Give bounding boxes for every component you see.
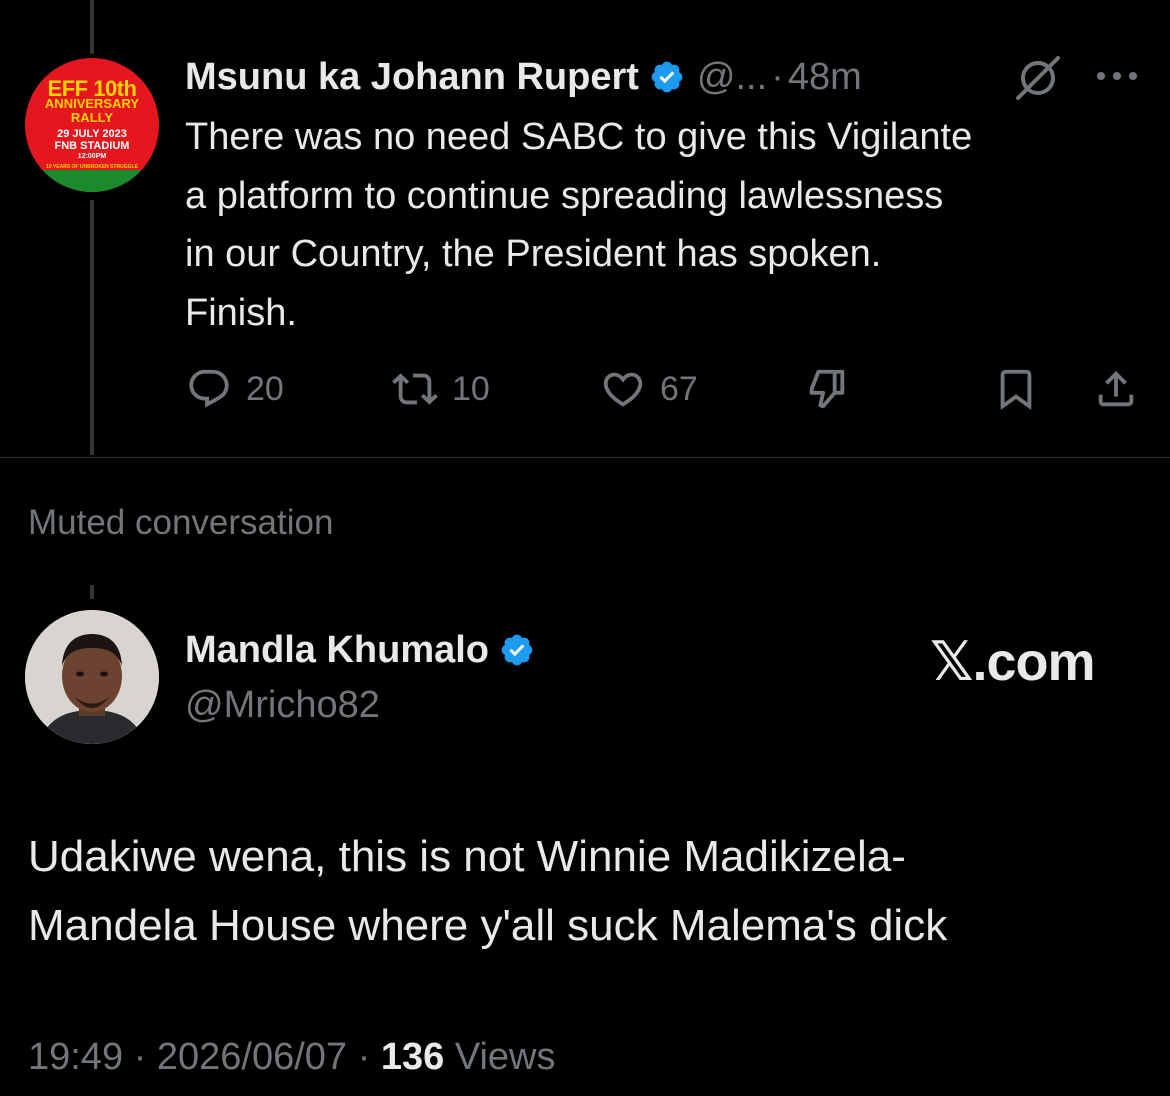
retweet-icon bbox=[392, 373, 438, 405]
verified-badge-icon bbox=[501, 634, 533, 666]
main-tweet-text: Udakiwe wena, this is not Winnie Madikiz… bbox=[28, 832, 948, 950]
avatar-text: ANNIVERSARY bbox=[44, 96, 140, 111]
reply-count: 20 bbox=[246, 369, 284, 408]
thread-line bbox=[90, 200, 94, 455]
reply-author-row: Msunu ka Johann Rupert @... · 48m bbox=[185, 52, 862, 102]
avatar-band bbox=[25, 170, 159, 192]
reply-time[interactable]: 48m bbox=[788, 56, 862, 99]
thread-line-top bbox=[90, 0, 94, 54]
downvote-icon bbox=[809, 369, 845, 409]
reply-display-name[interactable]: Msunu ka Johann Rupert bbox=[185, 56, 639, 99]
avatar-image bbox=[25, 610, 159, 744]
downvote-button[interactable] bbox=[804, 366, 850, 412]
retweet-button[interactable]: 10 bbox=[392, 366, 490, 412]
bookmark-icon bbox=[1000, 369, 1032, 410]
views-label: Views bbox=[454, 1036, 556, 1078]
thread-line-connector bbox=[90, 585, 94, 599]
reply-icon bbox=[189, 369, 229, 408]
main-author-row: Mandla Khumalo bbox=[185, 625, 535, 675]
tweet-time[interactable]: 19:49 bbox=[28, 1036, 123, 1078]
separator: · bbox=[133, 1036, 147, 1078]
more-options-icon[interactable] bbox=[1095, 64, 1139, 88]
reply-handle[interactable]: @... bbox=[697, 56, 767, 99]
reply-tweet-text: There was no need SABC to give this Vigi… bbox=[185, 116, 973, 334]
avatar-eff-rally[interactable]: EFF 10th ANNIVERSARY RALLY 29 JULY 2023 … bbox=[25, 58, 159, 192]
avatar-text: FNB STADIUM bbox=[54, 140, 130, 152]
avatar-text: RALLY bbox=[70, 110, 114, 125]
avatar-text: 29 JULY 2023 bbox=[57, 128, 127, 140]
like-count: 67 bbox=[660, 369, 698, 408]
x-com-watermark: 𝕏.com bbox=[930, 632, 1096, 692]
separator: · bbox=[771, 55, 784, 98]
separator: · bbox=[357, 1036, 371, 1078]
muted-conversation-label: Muted conversation bbox=[28, 503, 334, 542]
heart-icon bbox=[603, 372, 643, 407]
reply-button[interactable]: 20 bbox=[186, 366, 284, 412]
avatar-mandla-khumalo[interactable] bbox=[25, 610, 159, 744]
verified-badge-icon bbox=[651, 61, 683, 93]
grok-icon[interactable] bbox=[1012, 56, 1064, 100]
tweet-meta: 19:49 · 2026/06/07 · 136 Views bbox=[28, 1036, 556, 1079]
avatar-text: 12:00PM bbox=[77, 153, 107, 160]
share-button[interactable] bbox=[1093, 366, 1139, 412]
divider bbox=[0, 457, 1170, 458]
retweet-count: 10 bbox=[452, 369, 490, 408]
share-icon bbox=[1098, 370, 1134, 407]
main-handle[interactable]: @Mricho82 bbox=[185, 684, 380, 727]
bookmark-button[interactable] bbox=[993, 366, 1039, 412]
like-button[interactable]: 67 bbox=[600, 366, 698, 412]
views-count[interactable]: 136 bbox=[381, 1036, 444, 1078]
tweet-date[interactable]: 2026/06/07 bbox=[157, 1036, 347, 1078]
main-display-name[interactable]: Mandla Khumalo bbox=[185, 629, 489, 672]
